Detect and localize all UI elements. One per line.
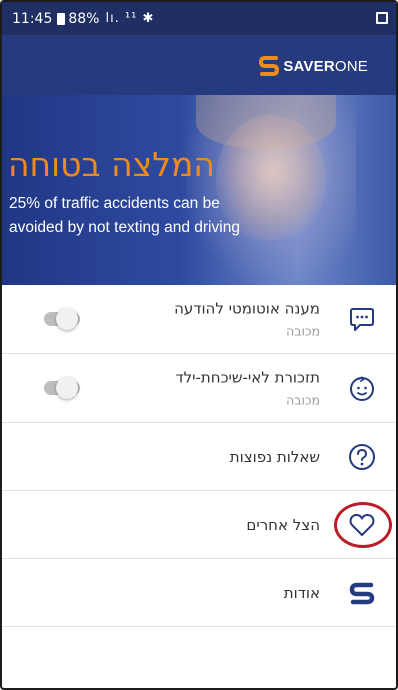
hero-title: המלצה בטוחה (8, 145, 215, 184)
settings-list: מענה אוטומטי להודעה מכובה תזכורת לאי-שיכ… (2, 285, 396, 627)
status-time: 11:45 (12, 10, 53, 27)
list-item-text: תזכורת לאי-שיכחת-ילד מכובה (175, 369, 320, 408)
battery-level: 88% (68, 10, 100, 27)
list-item-about[interactable]: אודות (2, 559, 396, 627)
saverone-logo-icon (259, 56, 280, 76)
list-item-save-others[interactable]: הצל אחרים (2, 491, 396, 559)
list-item-title: תזכורת לאי-שיכחת-ילד (175, 368, 320, 387)
list-item-title: אודות (283, 583, 320, 602)
child-reminder-toggle[interactable] (44, 377, 80, 399)
list-item-text: אודות (284, 584, 320, 602)
app-header: SAVERONE (2, 35, 396, 95)
list-item-faq[interactable]: שאלות נפוצות (2, 423, 396, 491)
toggle-knob (56, 308, 78, 330)
list-item-text: הצל אחרים (246, 516, 320, 534)
list-item-text: מענה אוטומטי להודעה מכובה (174, 300, 320, 339)
heart-icon (349, 513, 375, 536)
list-item-title: מענה אוטומטי להודעה (174, 299, 320, 318)
question-circle-icon (349, 443, 375, 470)
phone-frame: 11:45 88% lı. ¹¹ ✱ SAVERONE המלצה בטוחה … (0, 0, 398, 690)
battery-icon (57, 12, 66, 25)
list-item-text: שאלות נפוצות (230, 448, 320, 466)
image-notification-icon (376, 12, 388, 24)
list-item-child-reminder[interactable]: תזכורת לאי-שיכחת-ילד מכובה (2, 354, 396, 423)
auto-reply-toggle[interactable] (44, 308, 80, 330)
status-bar: 11:45 88% lı. ¹¹ ✱ (2, 2, 396, 35)
hero-subtitle: 25% of traffic accidents can be avoided … (9, 195, 240, 236)
list-item-title: שאלות נפוצות (229, 447, 320, 466)
list-item-status: מכובה (286, 323, 320, 339)
saverone-logo: SAVERONE (259, 55, 368, 77)
list-item-title: הצל אחרים (246, 515, 320, 534)
list-item-status: מכובה (286, 392, 320, 408)
logo-text: SAVERONE (283, 57, 368, 75)
saverone-s-icon (349, 582, 375, 604)
toggle-knob (56, 377, 78, 399)
list-item-auto-reply[interactable]: מענה אוטומטי להודעה מכובה (2, 285, 396, 354)
signal-icons: lı. ¹¹ ✱ (105, 11, 155, 26)
baby-face-icon (350, 376, 374, 401)
message-bubble-icon (350, 308, 374, 331)
hero-banner: המלצה בטוחה 25% of traffic accidents can… (2, 95, 396, 285)
